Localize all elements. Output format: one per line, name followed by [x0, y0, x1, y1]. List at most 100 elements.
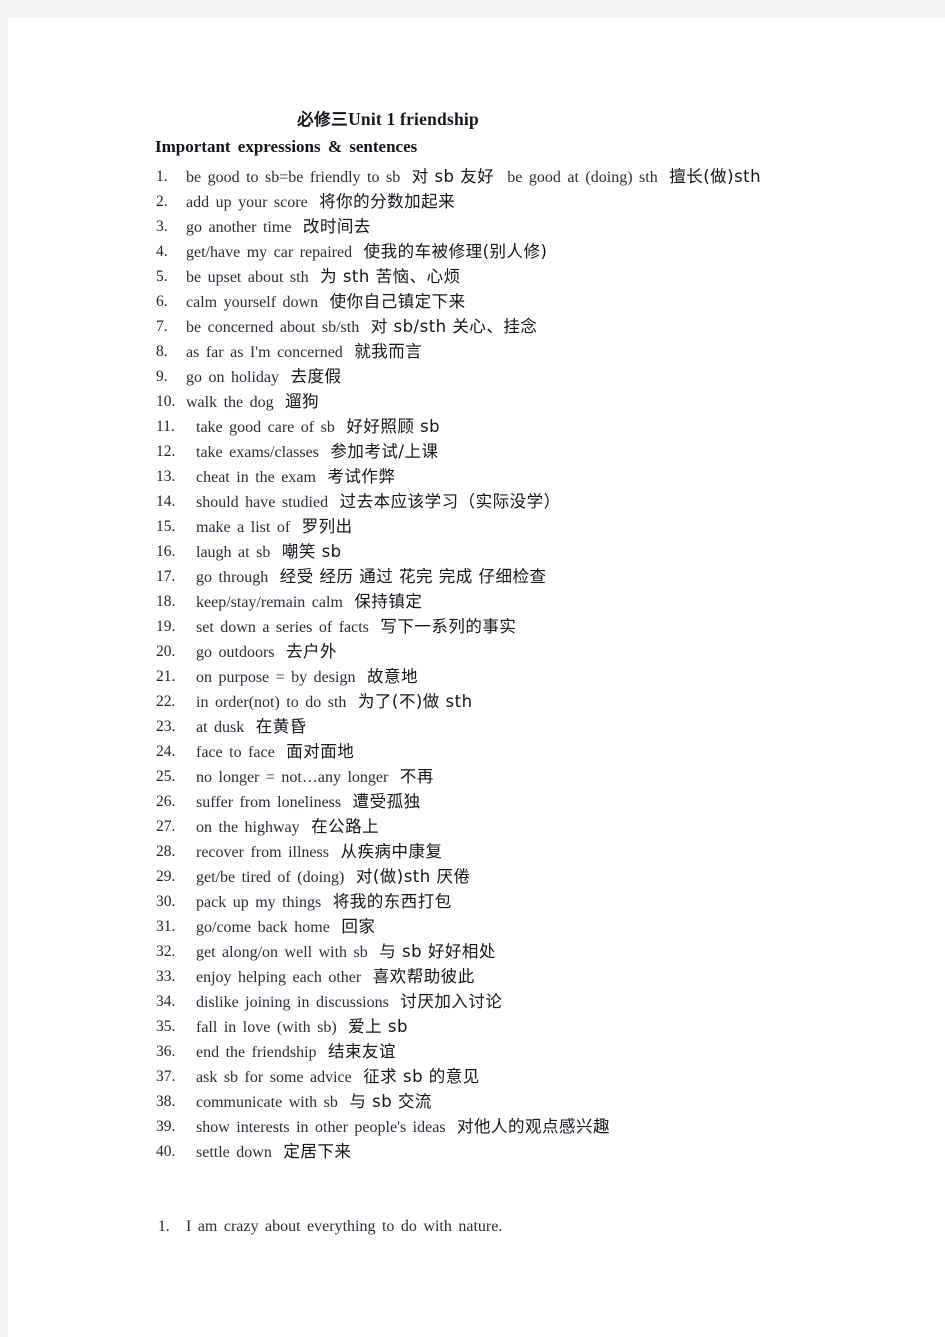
expression-english: in order(not) to do sth [196, 694, 347, 711]
expression-item: 2. add up your score 将你的分数加起来 [8, 189, 945, 214]
expression-number: 32. [156, 943, 176, 960]
expression-number: 6. [156, 293, 168, 310]
expression-chinese: 考试作弊 [315, 467, 396, 486]
expression-number: 7. [156, 318, 168, 335]
expression-chinese: 就我而言 [342, 342, 423, 361]
expression-english: take good care of sb [196, 419, 335, 436]
expression-english: add up your score [186, 194, 308, 211]
expression-chinese: 讨厌加入讨论 [388, 992, 503, 1011]
expression-chinese: 为了(不)做 sth [346, 692, 473, 711]
expression-chinese: 将我的东西打包 [321, 892, 452, 911]
expression-item: 9. go on holiday 去度假 [8, 364, 945, 389]
expression-item: 18. keep/stay/remain calm 保持镇定 [8, 589, 945, 614]
expression-body: no longer = not…any longer 不再 [196, 764, 434, 790]
sentence-number: 1. [158, 1218, 170, 1235]
expression-item: 19. set down a series of facts 写下一系列的事实 [8, 614, 945, 639]
expression-body: take exams/classes 参加考试/上课 [196, 439, 438, 465]
expression-body: go through 经受 经历 通过 花完 完成 仔细检查 [196, 564, 547, 590]
expression-number: 38. [156, 1093, 176, 1110]
expression-body: calm yourself down 使你自己镇定下来 [186, 289, 466, 315]
expression-chinese: 对他人的观点感兴趣 [445, 1117, 611, 1136]
expression-body: settle down 定居下来 [196, 1139, 351, 1165]
expression-number: 8. [156, 343, 168, 360]
expression-number: 35. [156, 1018, 176, 1035]
expression-body: add up your score 将你的分数加起来 [186, 189, 455, 215]
expression-chinese: 与 sb 交流 [337, 1092, 432, 1111]
expression-item: 10. walk the dog 遛狗 [8, 389, 945, 414]
expression-item: 16. laugh at sb 嘲笑 sb [8, 539, 945, 564]
expression-number: 26. [156, 793, 176, 810]
expression-english: on purpose = by design [196, 669, 356, 686]
expression-number: 25. [156, 768, 176, 785]
expression-body: dislike joining in discussions 讨厌加入讨论 [196, 989, 502, 1015]
expression-number: 24. [156, 743, 176, 760]
expression-number: 3. [156, 218, 168, 235]
expression-chinese: 故意地 [355, 667, 418, 686]
expression-body: go on holiday 去度假 [186, 364, 342, 390]
expression-chinese: 遛狗 [273, 392, 320, 411]
expression-english: no longer = not…any longer [196, 769, 389, 786]
expression-item: 14. should have studied 过去本应该学习（实际没学） [8, 489, 945, 514]
expression-english: go another time [186, 219, 292, 236]
expression-body: go outdoors 去户外 [196, 639, 337, 665]
expression-item: 29. get/be tired of (doing) 对(做)sth 厌倦 [8, 864, 945, 889]
expression-number: 23. [156, 718, 176, 735]
expression-number: 2. [156, 193, 168, 210]
expression-english: make a list of [196, 519, 291, 536]
page-title: 必修三Unit 1 friendship [8, 106, 768, 130]
expression-body: take good care of sb 好好照顾 sb [196, 414, 440, 440]
expression-item: 15. make a list of 罗列出 [8, 514, 945, 539]
expression-body: enjoy helping each other 喜欢帮助彼此 [196, 964, 475, 990]
expression-english: cheat in the exam [196, 469, 316, 486]
expression-number: 29. [156, 868, 176, 885]
expression-number: 18. [156, 593, 176, 610]
expression-number: 30. [156, 893, 176, 910]
expression-english: on the highway [196, 819, 300, 836]
expression-body: set down a series of facts 写下一系列的事实 [196, 614, 516, 640]
expression-english: should have studied [196, 494, 329, 511]
expression-chinese: 经受 经历 通过 花完 完成 仔细检查 [268, 567, 547, 586]
expression-body: recover from illness 从疾病中康复 [196, 839, 442, 865]
expression-chinese: 与 sb 好好相处 [367, 942, 496, 961]
document-content: 必修三Unit 1 friendship Important expressio… [8, 18, 945, 1337]
expression-chinese: 对 sb/sth 关心、挂念 [359, 317, 538, 336]
expression-english: get/be tired of (doing) [196, 869, 345, 886]
expression-english-alt: be good at (doing) sth [494, 169, 658, 186]
expression-number: 5. [156, 268, 168, 285]
page-title-chinese: 必修三 [297, 110, 349, 129]
expression-number: 9. [156, 368, 168, 385]
expression-chinese: 为 sth 苦恼、心烦 [308, 267, 461, 286]
expression-item: 13. cheat in the exam 考试作弊 [8, 464, 945, 489]
expression-number: 11. [156, 418, 175, 435]
expression-item: 30. pack up my things 将我的东西打包 [8, 889, 945, 914]
expression-body: get/be tired of (doing) 对(做)sth 厌倦 [196, 864, 470, 890]
expression-chinese: 使你自己镇定下来 [318, 292, 466, 311]
expression-english: set down a series of facts [196, 619, 369, 636]
expression-chinese: 保持镇定 [342, 592, 423, 611]
expression-chinese: 在公路上 [299, 817, 380, 836]
expression-body: cheat in the exam 考试作弊 [196, 464, 395, 490]
expression-item: 17. go through 经受 经历 通过 花完 完成 仔细检查 [8, 564, 945, 589]
expression-english: communicate with sb [196, 1094, 338, 1111]
expression-chinese: 在黄昏 [244, 717, 307, 736]
expression-item: 3. go another time 改时间去 [8, 214, 945, 239]
expression-number: 22. [156, 693, 176, 710]
expression-item: 40. settle down 定居下来 [8, 1139, 945, 1164]
expression-body: fall in love (with sb) 爱上 sb [196, 1014, 408, 1040]
expression-number: 14. [156, 493, 176, 510]
expression-english: get along/on well with sb [196, 944, 368, 961]
expression-english: pack up my things [196, 894, 322, 911]
expression-number: 37. [156, 1068, 176, 1085]
expression-item: 34. dislike joining in discussions 讨厌加入讨论 [8, 989, 945, 1014]
expression-chinese: 改时间去 [291, 217, 371, 236]
expression-chinese: 面对面地 [274, 742, 355, 761]
expression-number: 28. [156, 843, 176, 860]
expression-item: 1. be good to sb=be friendly to sb 对 sb 友… [8, 164, 945, 189]
expression-chinese: 不再 [388, 767, 434, 786]
expression-chinese: 回家 [329, 917, 376, 936]
expression-number: 21. [156, 668, 176, 685]
expression-number: 20. [156, 643, 176, 660]
expression-body: pack up my things 将我的东西打包 [196, 889, 452, 915]
expression-english: face to face [196, 744, 275, 761]
